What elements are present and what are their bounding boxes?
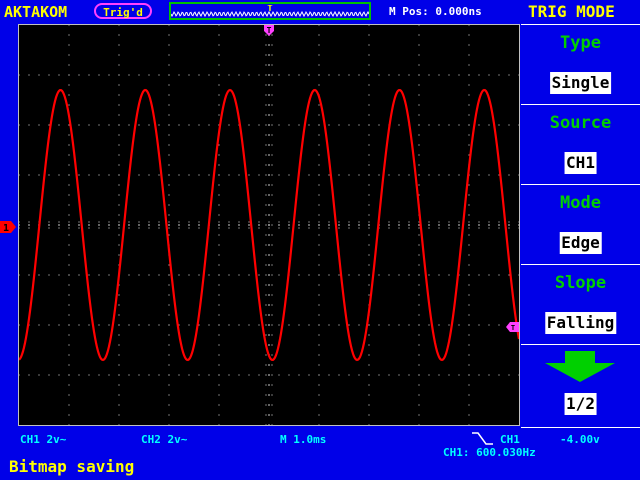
brand-logo: AKTAKOM (4, 3, 68, 21)
menu-type-value: Single (549, 72, 612, 94)
waveform-graticule: T T (18, 24, 521, 426)
menu-mode-label: Mode (560, 193, 601, 213)
memory-waveform-preview: T (170, 4, 370, 18)
menu-source-value: CH1 (564, 152, 597, 174)
menu-type-label: Type (560, 33, 601, 53)
menu-source-label: Source (549, 113, 612, 133)
trigger-level-marker[interactable]: T (506, 322, 519, 332)
trigger-status-badge: Trig'd (94, 3, 152, 19)
side-menu: Type Single Source CH1 Mode Edge Slope F… (521, 24, 640, 428)
arrow-down-icon (545, 351, 615, 382)
menu-mode[interactable]: Mode Edge (521, 184, 640, 263)
ch2-scale: CH2 2v~ (141, 433, 188, 446)
svg-text:T: T (511, 324, 515, 332)
svg-text:1: 1 (3, 223, 9, 234)
svg-text:T: T (267, 26, 272, 35)
timebase: M 1.0ms (280, 433, 327, 446)
menu-source[interactable]: Source CH1 (521, 104, 640, 183)
page-indicator: 1/2 (564, 393, 597, 415)
ch1-scale: CH1 2v~ (20, 433, 67, 446)
trigger-source: CH1 (500, 433, 520, 446)
menu-slope[interactable]: Slope Falling (521, 264, 640, 343)
memory-trigger-marker: T (267, 5, 273, 14)
memory-position-bar[interactable]: T (169, 2, 371, 20)
memory-position-readout: M Pos: 0.000ns (389, 5, 482, 18)
menu-slope-value: Falling (544, 312, 617, 334)
status-message: Bitmap saving (9, 457, 135, 476)
ch1-ground-marker[interactable]: 1 (0, 219, 18, 238)
menu-mode-value: Edge (559, 232, 602, 254)
frequency-readout: CH1: 600.030Hz (443, 446, 536, 459)
trigger-position-marker[interactable]: T (264, 25, 274, 36)
waveform-display[interactable]: T T (18, 24, 521, 426)
menu-title: TRIG MODE (528, 2, 615, 21)
menu-type[interactable]: Type Single (521, 24, 640, 103)
menu-next-page[interactable]: 1/2 (521, 344, 640, 428)
trigger-level: -4.00v (560, 433, 600, 446)
menu-slope-label: Slope (554, 273, 607, 293)
